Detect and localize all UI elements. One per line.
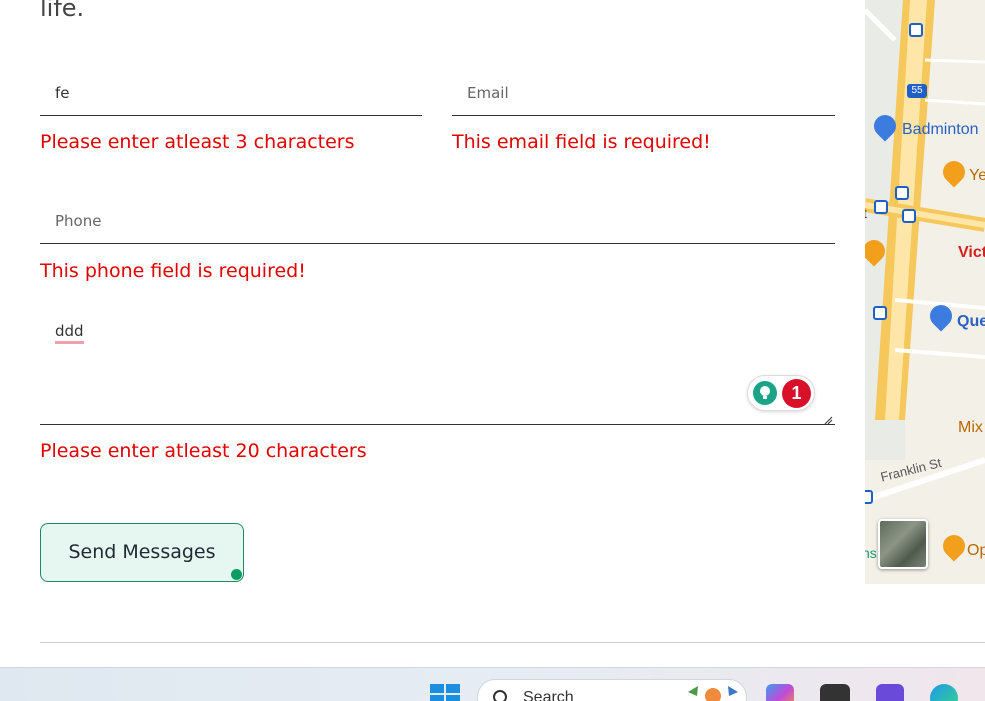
map-label-ns: ns — [865, 545, 877, 561]
bus-stop-icon[interactable] — [873, 306, 887, 320]
message-textarea[interactable]: ddd 1 — [40, 300, 835, 425]
map-label-vict: Vict — [958, 244, 985, 261]
embedded-map[interactable]: 55 Badminton Ye t Vict Que Mix Franklin … — [865, 0, 985, 584]
phone-error: This phone field is required! — [40, 260, 306, 282]
send-button-label: Send Messages — [68, 541, 216, 563]
copilot-icon[interactable] — [766, 684, 794, 701]
email-field[interactable]: Email — [452, 66, 835, 116]
send-messages-button[interactable]: Send Messages — [40, 523, 244, 582]
map-label-mix: Mix — [958, 419, 983, 436]
grammar-checker-widget[interactable]: 1 — [747, 375, 815, 411]
lightbulb-icon — [753, 381, 777, 405]
satellite-view-toggle[interactable] — [878, 519, 928, 569]
search-highlight-icon — [683, 684, 743, 701]
bus-stop-icon[interactable] — [909, 23, 923, 37]
task-view-icon[interactable] — [820, 684, 850, 701]
bus-stop-icon[interactable] — [874, 200, 888, 214]
teams-icon[interactable] — [876, 684, 904, 701]
bus-stop-icon[interactable] — [895, 186, 909, 200]
email-placeholder: Email — [467, 84, 509, 102]
search-icon — [492, 689, 512, 701]
map-label-ye: Ye — [969, 167, 985, 184]
name-field[interactable]: fe — [40, 66, 422, 116]
name-error: Please enter atleast 3 characters — [40, 131, 355, 153]
message-value: ddd — [55, 322, 84, 344]
grammar-issue-count: 1 — [782, 379, 811, 408]
name-field-value: fe — [55, 84, 70, 102]
contact-page: life. fe Please enter atleast 3 characte… — [0, 0, 985, 701]
bus-stop-icon[interactable] — [902, 209, 916, 223]
resize-handle-icon[interactable] — [823, 412, 833, 425]
footer-divider — [40, 642, 985, 643]
message-error: Please enter atleast 20 characters — [40, 440, 367, 462]
intro-text: life. — [40, 0, 85, 22]
map-label-t: t — [865, 205, 867, 221]
taskbar-search-box[interactable]: Search — [477, 679, 747, 701]
email-error: This email field is required! — [452, 131, 711, 153]
map-label-badminton: Badminton — [902, 121, 979, 138]
phone-field[interactable]: Phone — [40, 194, 835, 244]
taskbar: Search — [0, 667, 985, 701]
map-label-que: Que — [957, 313, 985, 330]
search-label: Search — [523, 689, 574, 701]
status-dot — [231, 569, 242, 580]
phone-placeholder: Phone — [55, 212, 102, 230]
windows-start-icon[interactable] — [430, 684, 460, 701]
map-label-op: Op — [967, 542, 985, 559]
edge-browser-icon[interactable] — [930, 684, 958, 701]
bus-stop-icon[interactable] — [865, 490, 873, 504]
route-badge: 55 — [907, 84, 927, 98]
